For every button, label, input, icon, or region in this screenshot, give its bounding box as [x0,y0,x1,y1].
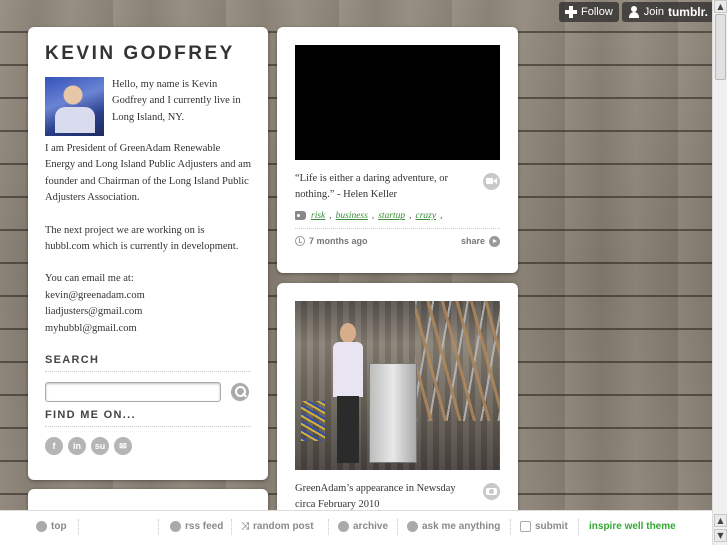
facebook-icon[interactable]: f [45,437,63,456]
video-camera-icon[interactable] [483,173,500,190]
bio-paragraph-1: I am President of GreenAdam Renewable En… [45,143,251,204]
top-label: top [51,521,67,532]
random-label: random post [253,521,314,532]
avatar [45,77,104,136]
tag-icon [295,211,306,221]
tag-link[interactable]: business [336,211,368,221]
rss-icon [170,521,181,532]
site-title[interactable]: KEVIN GODFREY [45,43,251,70]
post-photo[interactable] [295,301,500,470]
scrollbar-thumb[interactable] [715,14,726,80]
clock-icon [338,521,349,532]
search-input[interactable] [45,382,221,403]
post-caption-row: “Life is either a daring adventure, or n… [295,171,500,204]
search-icon[interactable] [231,383,249,402]
search-heading: SEARCH [45,354,251,373]
post-caption-row: GreenAdam’s appearance in Newsday circa … [295,481,500,514]
person-icon [628,6,640,18]
share-label: share [460,236,485,247]
divider [78,519,79,535]
vertical-scrollbar[interactable]: ▲ [712,0,727,510]
intro-text: Hello, my name is Kevin Godfrey and I cu… [112,79,241,123]
arrow-up-icon [36,521,47,532]
email-intro: You can email me at: [45,273,134,285]
ask-link[interactable]: ask me anything [407,521,500,532]
post-timestamp[interactable]: 7 months ago [295,236,368,247]
divider [328,519,329,535]
follow-label: Follow [581,6,613,18]
share-button[interactable]: share [460,235,500,247]
divider [578,519,579,535]
post-caption: GreenAdam’s appearance in Newsday circa … [295,483,456,511]
submit-label: submit [535,521,568,532]
video-post: “Life is either a daring adventure, or n… [277,27,518,273]
photo-post: GreenAdam’s appearance in Newsday circa … [277,283,518,523]
bio-intro: Hello, my name is Kevin Godfrey and I cu… [45,77,251,136]
stumbleupon-icon[interactable]: su [91,437,109,456]
email-address: kevin@greenadam.com [45,289,145,301]
bottom-nav-bar: top rss feed ⤨ random post archive ask m… [0,510,712,545]
random-post-link[interactable]: ⤨ random post [241,521,314,532]
plus-icon [565,6,577,18]
question-icon [407,521,418,532]
linkedin-icon[interactable]: in [68,437,86,456]
divider [397,519,398,535]
tag-link[interactable]: crazy [416,211,437,221]
arrow-right-icon [489,235,500,247]
ask-label: ask me anything [422,521,501,532]
bio-paragraph-2: The next project we are working on is hu… [45,224,239,253]
scroll-up-arrow-icon[interactable]: ▲ [714,514,727,527]
post-tags: risk, business, startup, crazy, [295,211,500,229]
tumblr-controls: Follow Join tumblr. [559,2,714,22]
submit-link[interactable]: submit [520,521,568,532]
scroll-up-arrow-icon[interactable]: ▲ [714,0,727,13]
video-player[interactable] [295,45,500,160]
follow-button[interactable]: Follow [559,2,619,22]
email-icon[interactable]: ✉ [114,437,132,456]
post-caption: “Life is either a daring adventure, or n… [295,173,449,201]
time-ago: 7 months ago [309,236,368,247]
edit-icon [520,521,531,532]
search-form [45,381,251,403]
sidebar-card: KEVIN GODFREY Hello, my name is Kevin Go… [28,27,268,480]
email-address: liadjusters@gmail.com [45,306,143,318]
join-label: Join [643,6,664,18]
email-address: myhubbl@gmail.com [45,322,137,334]
tag-link[interactable]: startup [378,211,405,221]
join-tumblr-button[interactable]: Join tumblr. [621,2,714,22]
tumblr-brand: tumblr. [667,5,708,19]
divider [231,519,232,535]
divider [158,519,159,535]
bottom-scrollbar[interactable]: ▲ ▼ [712,510,727,545]
archive-label: archive [353,521,389,532]
divider [510,519,511,535]
shuffle-icon: ⤨ [241,521,249,532]
camera-icon[interactable] [483,483,500,500]
theme-label: inspire well theme [589,521,676,532]
tag-link[interactable]: risk [311,211,325,221]
rss-feed-link[interactable]: rss feed [170,521,223,532]
find-me-heading: FIND ME ON... [45,409,251,428]
theme-link[interactable]: inspire well theme [589,521,676,532]
top-link[interactable]: top [36,521,67,532]
post-meta: 7 months ago share [295,235,500,247]
clock-icon [295,236,305,247]
scroll-down-arrow-icon[interactable]: ▼ [714,529,727,542]
social-links: f in su ✉ [45,437,251,456]
archive-link[interactable]: archive [338,521,388,532]
rss-label: rss feed [185,521,224,532]
